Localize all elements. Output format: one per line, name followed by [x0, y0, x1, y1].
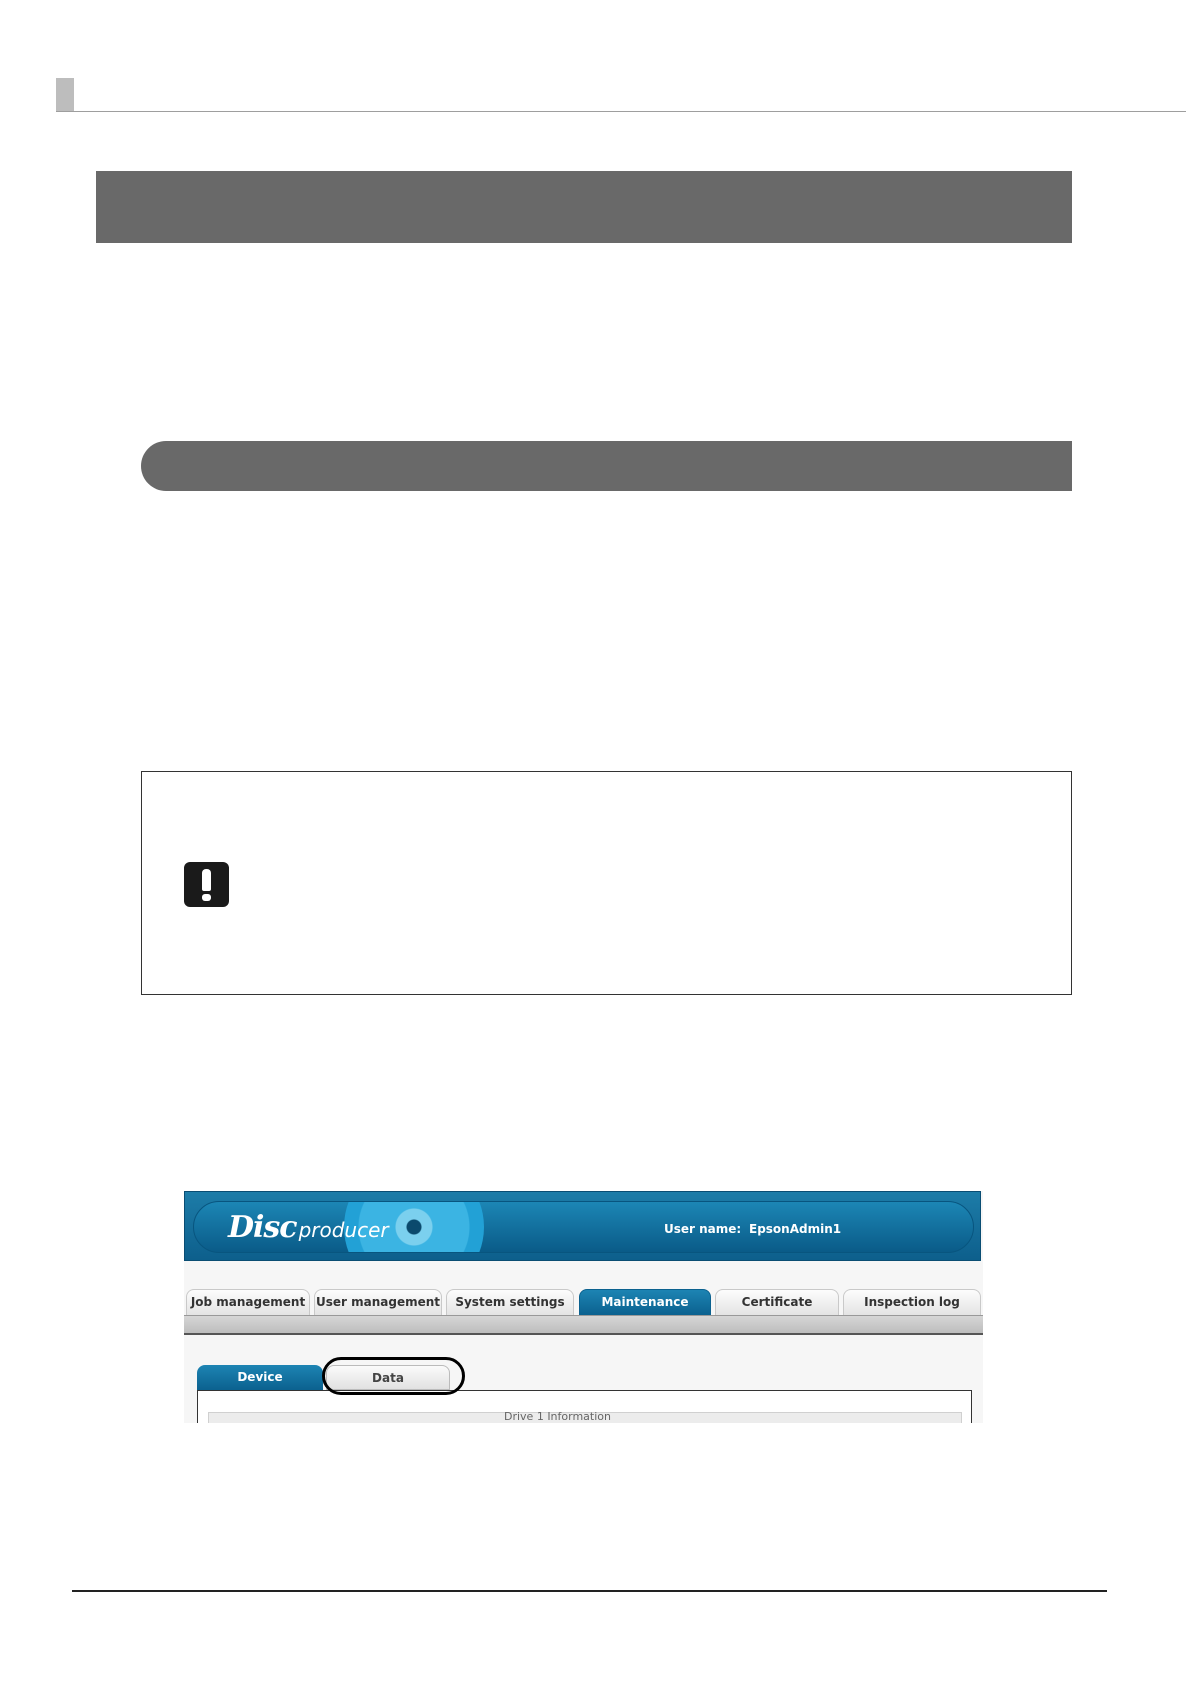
tab-user-management[interactable]: User management: [314, 1289, 442, 1315]
header-marker: [56, 78, 74, 112]
logo-disc-text: Disc: [228, 1210, 298, 1245]
disc-producer-logo: Disc producer: [228, 1210, 389, 1245]
section-title-bar: [96, 171, 1072, 243]
tab-inspection-log[interactable]: Inspection log: [843, 1289, 981, 1315]
footer-rule: [72, 1590, 1107, 1592]
header-rule: [56, 111, 1186, 112]
header-pill: Disc producer User name: EpsonAdmin1: [193, 1201, 974, 1253]
subnav-bar: [184, 1315, 983, 1335]
tab-system-settings[interactable]: System settings: [446, 1289, 574, 1315]
data-tab-highlight: [322, 1357, 465, 1395]
user-name-label: User name:: [664, 1222, 742, 1236]
subtab-device[interactable]: Device: [197, 1365, 323, 1390]
logo-producer-text: producer: [298, 1218, 389, 1242]
subsection-title-bar: [141, 441, 1072, 491]
tab-job-management[interactable]: Job management: [186, 1289, 310, 1315]
drive-info-panel-title: Drive 1 Information: [504, 1410, 611, 1423]
main-tab-strip: Job management User management System se…: [184, 1289, 983, 1315]
tab-certificate[interactable]: Certificate: [715, 1289, 839, 1315]
app-header: Disc producer User name: EpsonAdmin1: [184, 1191, 981, 1261]
web-ui-screenshot: Disc producer User name: EpsonAdmin1 Job …: [184, 1191, 983, 1423]
user-name-value: EpsonAdmin1: [749, 1222, 842, 1236]
important-icon: [184, 862, 229, 907]
tab-maintenance[interactable]: Maintenance: [579, 1289, 711, 1315]
important-note-box: [141, 771, 1072, 995]
